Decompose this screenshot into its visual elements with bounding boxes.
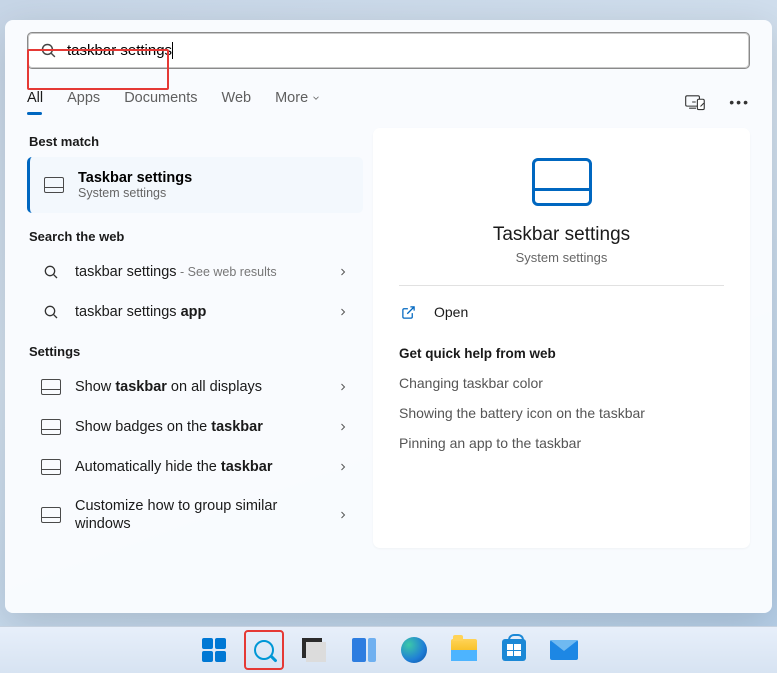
open-external-icon bbox=[401, 305, 416, 320]
preview-hero-icon bbox=[532, 158, 592, 206]
taskbar bbox=[0, 626, 777, 673]
settings-result-text: Automatically hide the taskbar bbox=[75, 459, 323, 475]
settings-result-text: Show taskbar on all displays bbox=[75, 379, 323, 395]
web-result[interactable]: taskbar settings - See web results bbox=[27, 252, 363, 292]
taskbar-mail[interactable] bbox=[544, 630, 584, 670]
preview-pane: Taskbar settings System settings Open Ge… bbox=[373, 128, 750, 548]
task-view-icon bbox=[302, 638, 326, 662]
chevron-right-icon bbox=[337, 421, 349, 433]
web-result[interactable]: taskbar settings app bbox=[27, 292, 363, 332]
search-panel: taskbar settings All Apps Documents Web … bbox=[5, 20, 772, 613]
section-settings: Settings bbox=[29, 344, 363, 359]
open-label: Open bbox=[434, 304, 468, 320]
store-icon bbox=[502, 639, 526, 661]
chevron-right-icon bbox=[337, 266, 349, 278]
taskbar-widgets[interactable] bbox=[344, 630, 384, 670]
preview-title: Taskbar settings bbox=[493, 224, 630, 246]
text-cursor bbox=[172, 42, 173, 59]
tab-web[interactable]: Web bbox=[222, 90, 252, 114]
widgets-icon bbox=[352, 638, 376, 662]
chevron-right-icon bbox=[337, 461, 349, 473]
divider bbox=[399, 285, 724, 286]
help-link[interactable]: Pinning an app to the taskbar bbox=[399, 435, 724, 451]
settings-result[interactable]: Show taskbar on all displays bbox=[27, 367, 363, 407]
help-link[interactable]: Showing the battery icon on the taskbar bbox=[399, 405, 724, 421]
best-match-title: Taskbar settings bbox=[78, 170, 192, 186]
settings-result[interactable]: Automatically hide the taskbar bbox=[27, 447, 363, 487]
search-bar[interactable]: taskbar settings bbox=[27, 32, 750, 69]
tab-apps[interactable]: Apps bbox=[67, 90, 100, 114]
chevron-right-icon bbox=[337, 509, 349, 521]
phone-link-icon[interactable] bbox=[685, 92, 707, 112]
open-button[interactable]: Open bbox=[399, 300, 724, 324]
chevron-right-icon bbox=[337, 306, 349, 318]
search-icon bbox=[43, 304, 59, 320]
help-link[interactable]: Changing taskbar color bbox=[399, 375, 724, 391]
more-options-icon[interactable]: ••• bbox=[729, 94, 750, 110]
web-result-text: taskbar settings app bbox=[75, 304, 323, 320]
best-match-subtitle: System settings bbox=[78, 186, 192, 200]
results-column: Best match Taskbar settings System setti… bbox=[27, 128, 363, 548]
taskbar-settings-icon bbox=[44, 177, 64, 193]
search-input[interactable]: taskbar settings bbox=[67, 42, 737, 60]
taskbar-store[interactable] bbox=[494, 630, 534, 670]
settings-result[interactable]: Show badges on the taskbar bbox=[27, 407, 363, 447]
settings-result[interactable]: Customize how to group similar windows bbox=[27, 487, 363, 543]
chevron-down-icon bbox=[311, 93, 321, 103]
taskbar-start[interactable] bbox=[194, 630, 234, 670]
filter-tabs: All Apps Documents Web More ••• bbox=[27, 90, 750, 114]
taskbar-edge[interactable] bbox=[394, 630, 434, 670]
edge-icon bbox=[401, 637, 427, 663]
taskbar-explorer[interactable] bbox=[444, 630, 484, 670]
taskbar-icon bbox=[41, 379, 61, 395]
section-best-match: Best match bbox=[29, 134, 363, 149]
settings-result-text: Show badges on the taskbar bbox=[75, 419, 323, 435]
search-icon bbox=[43, 264, 59, 280]
settings-result-text: Customize how to group similar windows bbox=[75, 497, 323, 533]
best-match-item[interactable]: Taskbar settings System settings bbox=[27, 157, 363, 213]
taskbar-search[interactable] bbox=[244, 630, 284, 670]
tab-all[interactable]: All bbox=[27, 90, 43, 114]
preview-subtitle: System settings bbox=[516, 250, 608, 265]
chevron-right-icon bbox=[337, 381, 349, 393]
search-icon bbox=[254, 640, 274, 660]
tab-more[interactable]: More bbox=[275, 90, 321, 114]
taskbar-task-view[interactable] bbox=[294, 630, 334, 670]
start-icon bbox=[202, 638, 226, 662]
mail-icon bbox=[550, 640, 578, 660]
help-heading: Get quick help from web bbox=[399, 346, 724, 361]
taskbar-icon bbox=[41, 507, 61, 523]
section-search-web: Search the web bbox=[29, 229, 363, 244]
folder-icon bbox=[451, 639, 477, 661]
search-icon bbox=[40, 42, 57, 59]
taskbar-icon bbox=[41, 419, 61, 435]
taskbar-icon bbox=[41, 459, 61, 475]
web-result-text: taskbar settings - See web results bbox=[75, 264, 323, 280]
tab-documents[interactable]: Documents bbox=[124, 90, 197, 114]
